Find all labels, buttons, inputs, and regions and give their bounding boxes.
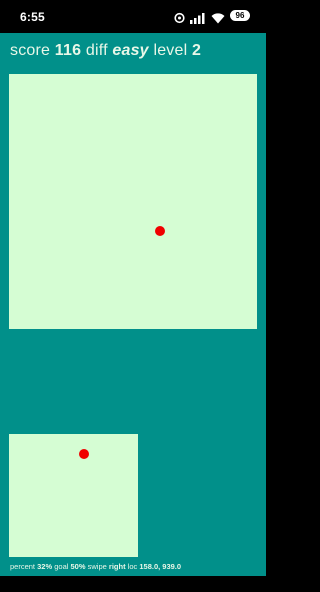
mini-board[interactable] xyxy=(9,434,138,557)
status-time: 6:55 xyxy=(20,10,45,24)
target-dot[interactable] xyxy=(155,226,165,236)
swipe-value: right xyxy=(108,562,126,571)
difficulty-value: easy xyxy=(112,42,149,59)
player-dot[interactable] xyxy=(79,449,89,459)
goal-value: 50% xyxy=(70,562,86,571)
game-board[interactable] xyxy=(9,74,257,329)
level-value: 2 xyxy=(192,42,202,59)
percent-value: 32% xyxy=(37,562,53,571)
loc-value: 158.0, 939.0 xyxy=(139,562,182,571)
status-bar: 6:55 96 xyxy=(0,0,266,33)
loc-label: loc xyxy=(127,562,138,571)
navigation-bar xyxy=(0,576,266,592)
score-value: 116 xyxy=(54,42,82,59)
status-icons: 96 xyxy=(174,9,250,24)
battery-icon: 96 xyxy=(230,9,250,21)
diff-label: diff xyxy=(85,42,108,59)
swipe-label: swipe xyxy=(87,562,107,571)
data-saver-icon xyxy=(174,9,185,24)
game-screen: 6:55 96 score 116 diff easy level 2 perc… xyxy=(0,0,266,592)
score-hud: score 116 diff easy level 2 xyxy=(10,42,201,60)
percent-label: percent xyxy=(10,562,36,571)
goal-label: goal xyxy=(54,562,69,571)
stats-footer: percent 32% goal 50% swipe right loc 158… xyxy=(10,562,181,571)
signal-icon xyxy=(190,9,206,24)
score-label: score xyxy=(10,42,51,59)
wifi-icon xyxy=(211,9,225,24)
level-label: level xyxy=(153,42,188,59)
